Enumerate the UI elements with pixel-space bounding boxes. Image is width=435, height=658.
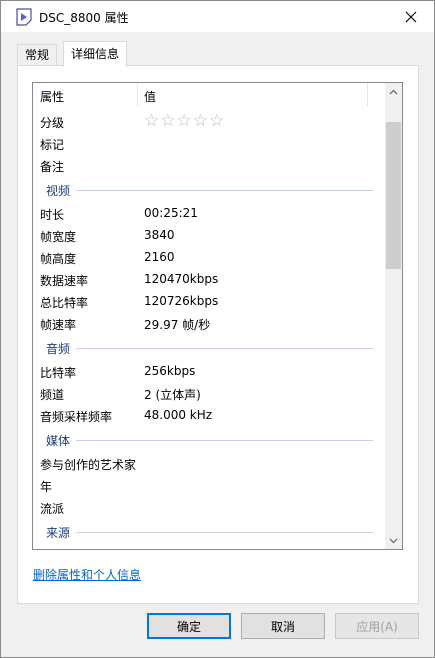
property-row[interactable]: 帧宽度 3840 <box>33 225 383 247</box>
property-row[interactable]: 流派 <box>33 497 383 519</box>
window-title: DSC_8800 属性 <box>39 11 129 25</box>
property-value: 2160 <box>144 250 175 264</box>
close-button[interactable] <box>388 1 434 32</box>
property-row[interactable]: 标记 <box>33 133 383 155</box>
property-row[interactable]: 总比特率 120726kbps <box>33 291 383 313</box>
property-key: 帧速率 <box>40 318 77 332</box>
property-row-rating[interactable]: 分级 ☆☆☆☆☆ <box>33 111 383 133</box>
group-header: 媒体 <box>33 429 383 451</box>
property-value: 120470kbps <box>144 272 219 286</box>
star-icon[interactable]: ☆ <box>144 111 160 131</box>
close-icon <box>405 11 417 22</box>
tab-details[interactable]: 详细信息 <box>63 41 128 67</box>
vertical-scrollbar[interactable] <box>385 83 402 549</box>
property-row[interactable]: 数据速率 120470kbps <box>33 269 383 291</box>
star-icon[interactable]: ☆ <box>193 111 209 131</box>
chevron-up-icon <box>389 89 398 94</box>
property-key: 比特率 <box>40 366 77 380</box>
property-key: 时长 <box>40 208 65 222</box>
group-label: 音频 <box>46 342 71 356</box>
properties-dialog: DSC_8800 属性 常规 详细信息 属性 值 分级 ☆☆☆☆☆ 标记 备注 视频 时长… <box>0 0 435 658</box>
apply-button[interactable]: 应用(A) <box>335 613 419 639</box>
property-value: 2 (立体声) <box>144 388 201 402</box>
property-value: 48.000 kHz <box>144 408 213 422</box>
cancel-button[interactable]: 取消 <box>241 613 325 639</box>
property-key: 数据速率 <box>40 274 89 288</box>
star-icon[interactable]: ☆ <box>209 111 225 131</box>
property-key: 帧高度 <box>40 252 77 266</box>
property-row[interactable]: 时长 00:25:21 <box>33 203 383 225</box>
scroll-thumb[interactable] <box>386 122 401 269</box>
title-bar: DSC_8800 属性 <box>1 1 434 32</box>
star-icon[interactable]: ☆ <box>177 111 193 131</box>
group-header: 视频 <box>33 179 383 201</box>
column-divider[interactable] <box>137 84 138 106</box>
property-row[interactable]: 帧高度 2160 <box>33 247 383 269</box>
property-row[interactable]: 参与创作的艺术家 <box>33 453 383 475</box>
column-divider <box>367 84 368 106</box>
group-header: 音频 <box>33 337 383 359</box>
group-label: 来源 <box>46 526 71 540</box>
video-file-icon <box>15 8 33 26</box>
group-divider <box>76 348 373 349</box>
property-value: 256kbps <box>144 364 196 378</box>
group-label: 视频 <box>46 184 71 198</box>
property-key: 年 <box>40 480 53 494</box>
property-row[interactable]: 比特率 256kbps <box>33 361 383 383</box>
group-divider <box>76 440 373 441</box>
details-panel: 属性 值 分级 ☆☆☆☆☆ 标记 备注 视频 时长 00:25:21 帧宽度 3840 帧高度 21… <box>17 65 419 604</box>
property-key: 分级 <box>40 116 65 130</box>
group-divider <box>76 190 373 191</box>
property-key: 流派 <box>40 502 65 516</box>
property-row[interactable]: 音频采样频率 48.000 kHz <box>33 405 383 427</box>
chevron-down-icon <box>389 538 398 543</box>
property-row[interactable]: 备注 <box>33 155 383 177</box>
property-key: 备注 <box>40 160 65 174</box>
ok-button[interactable]: 确定 <box>147 613 231 639</box>
property-value: 00:25:21 <box>144 206 198 220</box>
rating-stars[interactable]: ☆☆☆☆☆ <box>144 111 225 131</box>
property-row[interactable]: 帧速率 29.97 帧/秒 <box>33 313 383 335</box>
property-value: 120726kbps <box>144 294 219 308</box>
property-value: 3840 <box>144 228 175 242</box>
star-icon[interactable]: ☆ <box>160 111 176 131</box>
group-label: 媒体 <box>46 434 71 448</box>
property-key: 音频采样频率 <box>40 410 113 424</box>
column-header-value[interactable]: 值 <box>144 88 156 105</box>
group-divider <box>76 532 373 533</box>
property-value: 29.97 帧/秒 <box>144 318 211 332</box>
group-header: 来源 <box>33 521 383 543</box>
scroll-down-button[interactable] <box>385 532 402 549</box>
property-key: 帧宽度 <box>40 230 77 244</box>
property-row[interactable]: 频道 2 (立体声) <box>33 383 383 405</box>
remove-properties-link[interactable]: 删除属性和个人信息 <box>33 566 141 583</box>
tab-general[interactable]: 常规 <box>17 44 58 66</box>
list-header: 属性 值 <box>33 83 383 107</box>
properties-list[interactable]: 属性 值 分级 ☆☆☆☆☆ 标记 备注 视频 时长 00:25:21 帧宽度 3840 帧高度 21… <box>32 82 403 550</box>
property-row[interactable]: 年 <box>33 475 383 497</box>
property-key: 总比特率 <box>40 296 89 310</box>
column-header-property[interactable]: 属性 <box>40 88 64 105</box>
property-key: 参与创作的艺术家 <box>40 458 137 472</box>
property-key: 标记 <box>40 138 65 152</box>
scroll-up-button[interactable] <box>385 83 402 100</box>
property-key: 频道 <box>40 388 65 402</box>
